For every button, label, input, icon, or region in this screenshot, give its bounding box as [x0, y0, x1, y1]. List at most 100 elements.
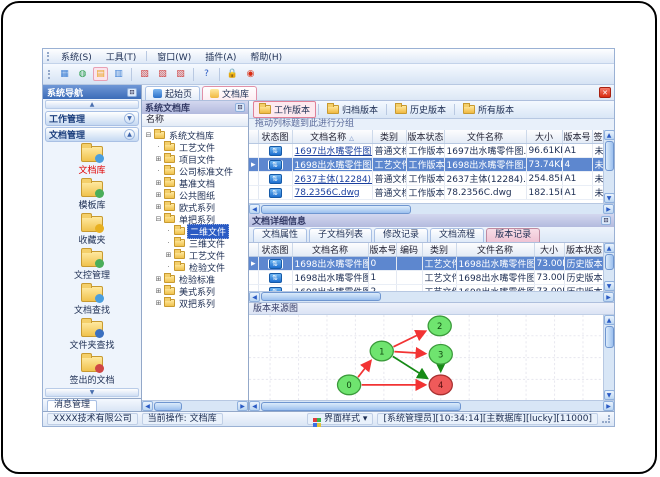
tab-doc-library[interactable]: 文档库: [202, 86, 258, 100]
table-row[interactable]: ⇅1697出水嘴零件图.dwg普通文档工作版本1697出水嘴零件图.dwg96.…: [249, 143, 603, 158]
sidebar-scroll-down-button[interactable]: ▼: [45, 388, 139, 397]
tree-node[interactable]: ⊞ 美式系列: [144, 285, 248, 298]
scroll-down-icon[interactable]: ▼: [603, 193, 614, 204]
tree-node[interactable]: · 工艺文件: [144, 141, 248, 154]
menu-item-2[interactable]: 工具(T): [100, 49, 143, 64]
power-icon[interactable]: ◉: [243, 67, 258, 81]
documents-table-vscrollbar[interactable]: ▲ ▼: [603, 130, 614, 204]
table-row[interactable]: ⇅2637主体(12284).dwg普通文档工作版本2637主体(12284).…: [249, 171, 603, 186]
tree-node[interactable]: ⊞ 检验标准: [144, 273, 248, 286]
column-header-4[interactable]: 版本状态: [406, 130, 445, 144]
sidebar-item-document-library[interactable]: 文档库: [43, 143, 141, 176]
table-row[interactable]: ⇅1698出水嘴零件图.dwg1工艺文件1698出水嘴零件图.dwg73.00K…: [249, 270, 603, 286]
scroll-right-icon[interactable]: ▶: [603, 291, 614, 302]
tree-expander-plus-icon[interactable]: ⊞: [154, 191, 163, 200]
tree-node[interactable]: ⊞ 基准文档: [144, 177, 248, 190]
scroll-left-icon[interactable]: ◀: [249, 204, 260, 215]
column-header-2[interactable]: 文档名称 △: [292, 130, 373, 144]
version-node-2[interactable]: 2: [427, 315, 452, 337]
column-header-1[interactable]: 状态图: [258, 243, 293, 258]
table-row[interactable]: ⇅78.2356C.dwg普通文档工作版本78.2356C.dwg182.15K…: [249, 185, 603, 200]
chevron-up-icon[interactable]: ▲: [124, 129, 135, 140]
tree-expander-plus-icon[interactable]: ⊞: [154, 155, 163, 164]
column-header-3[interactable]: 类别: [372, 130, 407, 144]
sidebar-item-template-library[interactable]: 模板库: [43, 178, 141, 211]
column-header-8[interactable]: 版本状态: [564, 243, 603, 258]
folder-view-icon[interactable]: ▤: [93, 67, 108, 81]
button-all-versions[interactable]: 所有版本: [457, 101, 520, 118]
version-node-3[interactable]: 3: [428, 343, 453, 365]
scroll-thumb[interactable]: [261, 292, 381, 302]
tree-expander-plus-icon[interactable]: ⊞: [154, 299, 163, 308]
scroll-up-icon[interactable]: ▲: [603, 243, 614, 254]
sidebar-item-checked-out-docs[interactable]: 签出的文档: [43, 353, 141, 386]
scroll-left-icon[interactable]: ◀: [142, 401, 153, 411]
column-header-5[interactable]: 类别: [422, 243, 457, 258]
button-history-version[interactable]: 历史版本: [389, 101, 452, 118]
tree-column-header[interactable]: 名称: [142, 114, 248, 127]
tree-node[interactable]: ⊞ 公共图纸: [144, 189, 248, 202]
tree-node[interactable]: ⊞ 项目文件: [144, 153, 248, 166]
tab-start-page[interactable]: 起始页: [145, 86, 201, 100]
menu-item-4[interactable]: 插件(A): [199, 49, 242, 64]
scroll-right-icon[interactable]: ▶: [237, 401, 248, 411]
table-row[interactable]: ▸⇅1698出水嘴零件图.dwg0工艺文件1698出水嘴零件图.dwg73.00…: [249, 256, 603, 272]
version-node-0[interactable]: 0: [336, 374, 362, 396]
button-work-version[interactable]: 工作版本: [253, 101, 317, 118]
button-archive-version[interactable]: 归档版本: [321, 101, 384, 118]
scroll-left-icon[interactable]: ◀: [249, 291, 260, 302]
scroll-thumb[interactable]: [154, 401, 182, 411]
globe-icon[interactable]: ◍: [75, 67, 90, 81]
display-settings-icon[interactable]: ▦: [57, 67, 72, 81]
graph-vscrollbar[interactable]: ▲ ▼: [603, 314, 614, 400]
scroll-thumb[interactable]: [604, 325, 614, 348]
tree-expander-plus-icon[interactable]: ⊞: [154, 203, 163, 212]
menu-item-1[interactable]: 系统(S): [55, 49, 98, 64]
column-header-7[interactable]: 版本号: [562, 130, 593, 144]
sidebar-scroll-up-button[interactable]: ▲: [45, 100, 139, 109]
tree-node[interactable]: ⊞ 欧式系列: [144, 201, 248, 214]
tree-node[interactable]: ⊟ 系统文档库: [144, 129, 248, 142]
tree-node[interactable]: ⊞ 工艺文件: [144, 249, 248, 262]
scroll-thumb[interactable]: [604, 141, 614, 171]
tree-expander-plus-icon[interactable]: ⊞: [164, 251, 173, 260]
column-header-5[interactable]: 文件名称: [444, 130, 527, 144]
help-icon[interactable]: ?: [199, 67, 214, 81]
column-header-6[interactable]: 文件名称: [456, 243, 535, 258]
table-row[interactable]: ▸⇅1698出水嘴零件图.dwg工艺文件工作版本1698出水嘴零件图.dwg73…: [249, 157, 603, 172]
scroll-down-icon[interactable]: ▼: [603, 280, 614, 291]
resize-grip[interactable]: [602, 415, 610, 423]
tree-node[interactable]: · 检验文件: [144, 261, 248, 274]
column-header-4[interactable]: 编码: [396, 243, 423, 258]
menu-item-5[interactable]: 帮助(H): [244, 49, 288, 64]
menu-item-3[interactable]: 窗口(W): [151, 49, 197, 64]
close-icon[interactable]: ✕: [599, 87, 611, 98]
detail-tab-5[interactable]: 版本记录: [486, 228, 541, 243]
tree-expander-plus-icon[interactable]: ⊞: [154, 179, 163, 188]
tree-node[interactable]: ⊞ 双把系列: [144, 297, 248, 310]
pin-icon[interactable]: ⊡: [235, 103, 245, 112]
detail-table-vscrollbar[interactable]: ▲ ▼: [603, 243, 614, 291]
graph-hscrollbar[interactable]: ◀ ▶: [249, 400, 614, 411]
document-link[interactable]: 78.2356C.dwg: [295, 188, 360, 198]
pin-icon[interactable]: ⊡: [127, 87, 137, 97]
doc-badge-icon[interactable]: ▧: [137, 67, 152, 81]
detail-tab-2[interactable]: 子文档列表: [309, 228, 373, 243]
scroll-right-icon[interactable]: ▶: [603, 401, 614, 411]
document-link[interactable]: 1698出水嘴零件图.dwg: [295, 161, 372, 171]
scroll-down-icon[interactable]: ▼: [603, 390, 614, 400]
tree-expander-minus-icon[interactable]: ⊟: [154, 215, 163, 224]
tab-message-management[interactable]: 消息管理: [47, 399, 98, 411]
doc-badge2-icon[interactable]: ▧: [155, 67, 170, 81]
scroll-right-icon[interactable]: ▶: [603, 204, 614, 215]
window-close-icon[interactable]: ▧: [173, 67, 188, 81]
tree-node[interactable]: · 三维文件: [144, 237, 248, 250]
sidebar-item-favorites[interactable]: 收藏夹: [43, 213, 141, 246]
scroll-thumb[interactable]: [261, 204, 411, 214]
table-row[interactable]: ⇅1698出水嘴零件图.dwg2工艺文件1698出水嘴零件图.dwg73.00K…: [249, 284, 603, 291]
sidebar-item-doc-control[interactable]: 文控管理: [43, 248, 141, 281]
detail-tab-4[interactable]: 文档流程: [430, 228, 485, 243]
tree-expander-minus-icon[interactable]: ⊟: [144, 131, 153, 140]
column-header-8[interactable]: 签出状态: [592, 130, 603, 144]
version-graph[interactable]: 0 1 2 3 4: [249, 314, 603, 400]
